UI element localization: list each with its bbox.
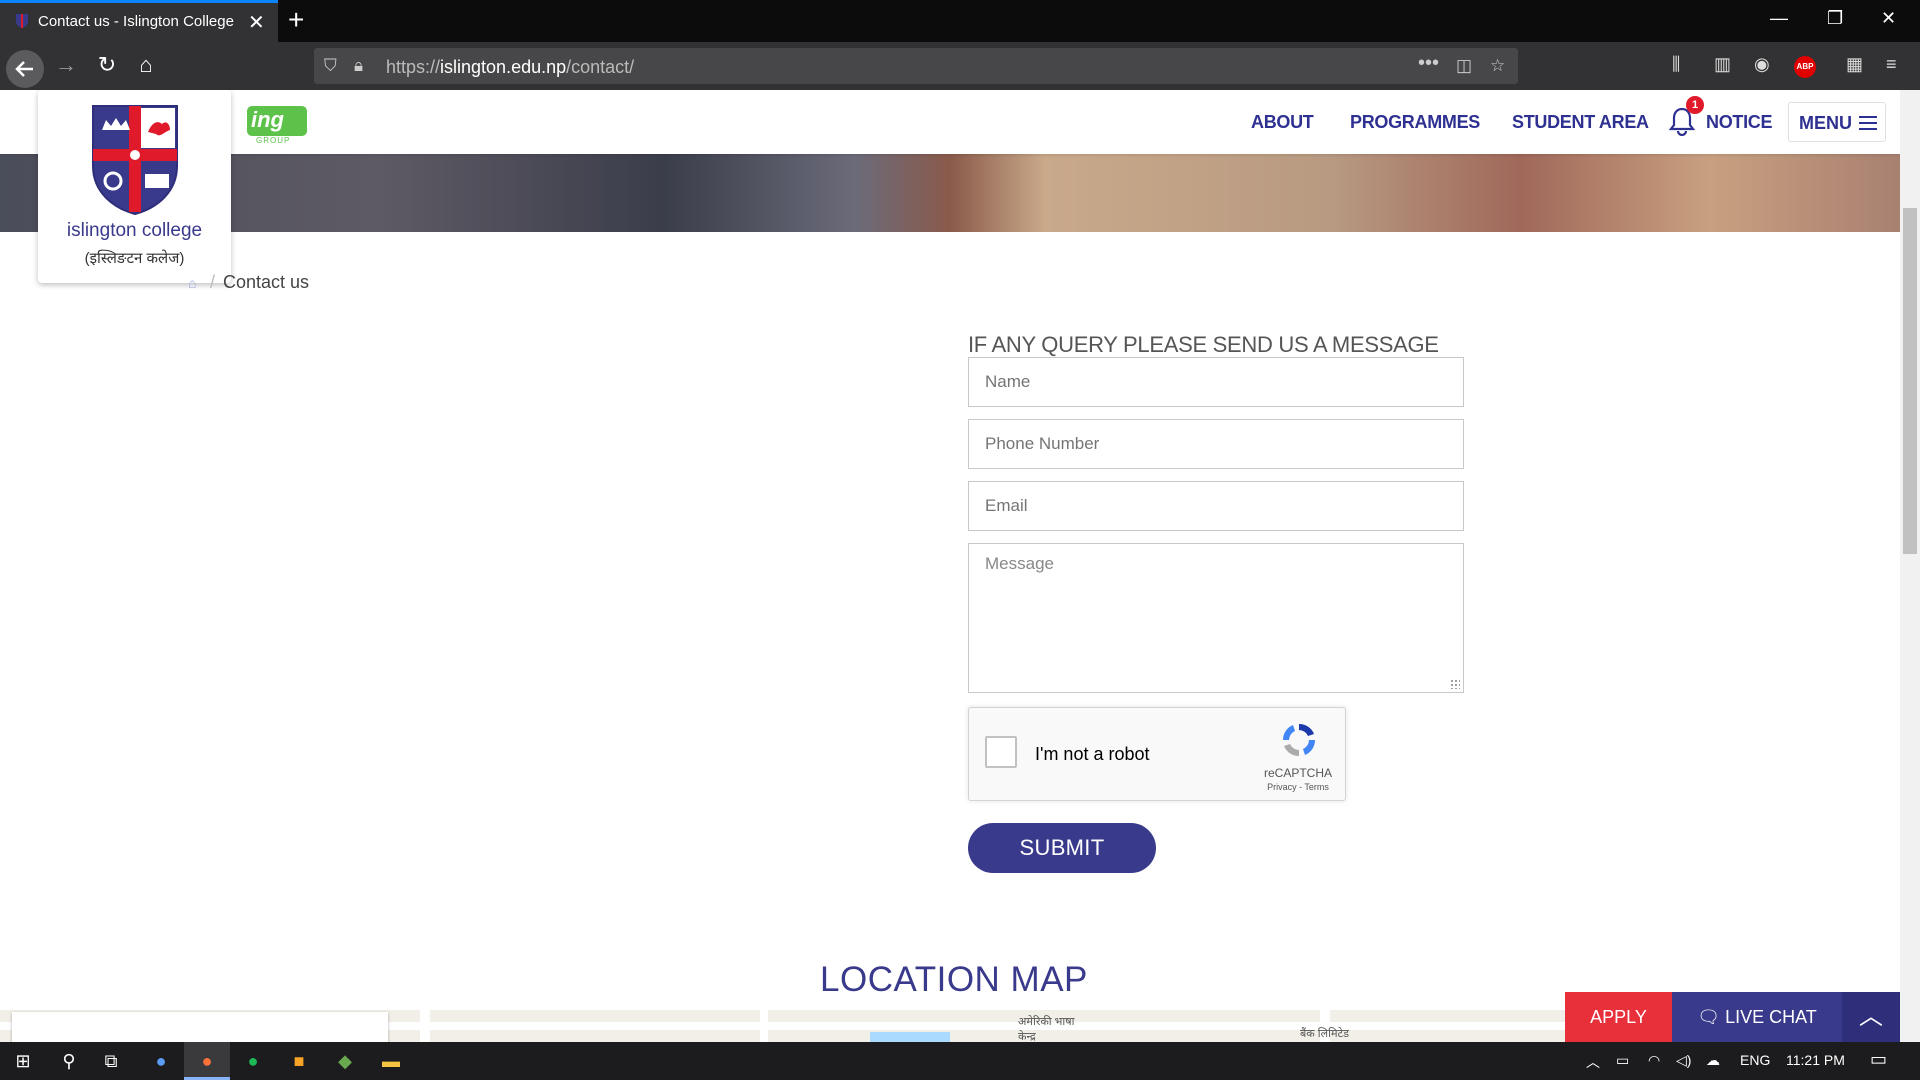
sidebar-icon[interactable]: ▥ (1714, 54, 1731, 75)
close-tab-icon[interactable]: ✕ (248, 10, 265, 35)
tab-title: Contact us - Islington College (38, 13, 234, 30)
message-placeholder: Message (985, 554, 1054, 573)
recaptcha-widget: I'm not a robot reCAPTCHA Privacy - Term… (968, 707, 1346, 801)
lock-icon[interactable]: 🔒︎ (354, 56, 363, 76)
breadcrumb: ⌂ / Contact us (188, 272, 309, 293)
back-arrow-icon (15, 61, 33, 77)
cloud-icon[interactable]: ☁ (1706, 1052, 1720, 1069)
college-crest-icon (92, 105, 178, 216)
account-icon[interactable]: ◉ (1754, 54, 1770, 75)
browser-tab[interactable]: Contact us - Islington College ✕ (0, 0, 278, 42)
back-button[interactable] (6, 50, 44, 88)
scroll-to-top-button[interactable]: ︿ (1842, 992, 1900, 1042)
site-header: ing GROUP ABOUT PROGRAMMES STUDENT AREA … (0, 90, 1900, 154)
menu-button[interactable]: MENU (1788, 102, 1886, 142)
submit-button[interactable]: SUBMIT (968, 823, 1156, 873)
forward-button[interactable]: → (50, 52, 82, 78)
restore-icon[interactable]: ❐ (1827, 8, 1843, 29)
nav-programmes[interactable]: PROGRAMMES (1350, 112, 1480, 133)
home-button-icon[interactable]: ⌂ (130, 52, 162, 78)
bookmark-star-icon[interactable]: ☆ (1490, 56, 1505, 76)
location-map-title: LOCATION MAP (820, 960, 1088, 999)
web-page: ing GROUP ABOUT PROGRAMMES STUDENT AREA … (0, 90, 1900, 1042)
ing-group-logo[interactable]: ing (247, 106, 307, 136)
pocket-icon[interactable]: ◫ (1456, 56, 1472, 76)
more-actions-icon[interactable]: ••• (1418, 52, 1439, 75)
menu-label: MENU (1799, 113, 1852, 133)
menu-hamburger-icon (1859, 116, 1877, 130)
nav-about[interactable]: ABOUT (1251, 112, 1314, 133)
contact-form-title: IF ANY QUERY PLEASE SEND US A MESSAGE (968, 332, 1439, 357)
message-field[interactable]: Message (968, 543, 1464, 693)
map-info-card[interactable] (12, 1012, 388, 1042)
windows-taskbar: ⊞ ⚲ ⧉ ● ● ● ■ ◆ ▬ ︿ ▭ ◠ ◁) ☁ ENG 11:21 P… (0, 1042, 1920, 1080)
college-name-nepali: (इस्लिङटन कलेज) (84, 250, 185, 267)
resize-grip-icon[interactable] (1450, 679, 1460, 689)
live-chat-button[interactable]: 🗨︎ LIVE CHAT (1672, 992, 1842, 1042)
clock[interactable]: 11:21 PM (1786, 1052, 1845, 1068)
url-text[interactable]: https://islington.edu.np/contact/ (386, 57, 634, 78)
language-indicator[interactable]: ENG (1740, 1052, 1770, 1068)
hero-banner-image (0, 152, 1900, 232)
spotify-icon[interactable]: ● (230, 1042, 276, 1080)
browser-toolbar: → ↻ ⌂ ⛉ 🔒︎ https://islington.edu.np/cont… (0, 42, 1920, 90)
map-place-label: अमेरिकी भाषा केन्द्र (1018, 1016, 1075, 1042)
minecraft-icon[interactable]: ◆ (322, 1042, 368, 1080)
college-logo[interactable]: islington college (इस्लिङटन कलेज) (38, 90, 231, 283)
breadcrumb-current: Contact us (223, 272, 310, 292)
recaptcha-brand: reCAPTCHA (1263, 766, 1332, 780)
sublime-text-icon[interactable]: ■ (276, 1042, 322, 1080)
college-favicon-icon (16, 14, 28, 28)
recaptcha-label: I'm not a robot (1035, 744, 1150, 764)
map-place-label: बैंक लिमिटेड (1300, 1028, 1349, 1040)
adblock-icon[interactable]: ABP (1794, 56, 1816, 78)
apply-button[interactable]: APPLY (1565, 992, 1672, 1042)
library-icon[interactable]: ⫼ (1672, 54, 1680, 75)
recaptcha-terms-link[interactable]: Privacy - Terms (1251, 782, 1345, 792)
wifi-icon[interactable]: ◠ (1648, 1052, 1660, 1069)
name-field[interactable] (968, 357, 1464, 407)
map-road (420, 1010, 430, 1042)
live-chat-label: LIVE CHAT (1725, 1007, 1817, 1027)
close-window-icon[interactable]: ✕ (1881, 8, 1896, 29)
map-road (760, 1010, 768, 1042)
extensions-icon[interactable]: ▦ (1846, 54, 1863, 75)
page-scrollbar[interactable] (1900, 90, 1920, 1042)
recaptcha-logo-icon (1282, 723, 1316, 757)
search-icon[interactable]: ⚲ (46, 1042, 92, 1080)
firefox-dev-icon[interactable]: ● (138, 1042, 184, 1080)
notice-count-badge: 1 (1686, 96, 1704, 114)
tray-overflow-icon[interactable]: ︿ (1586, 1052, 1600, 1072)
chat-bubble-icon: 🗨︎ (1697, 1007, 1726, 1027)
minimize-icon[interactable]: — (1770, 8, 1788, 29)
address-bar[interactable]: ⛉ 🔒︎ https://islington.edu.np/contact/ •… (314, 48, 1518, 84)
browser-tab-bar: Contact us - Islington College ✕ + — ❐ ✕ (0, 0, 1920, 42)
scrollbar-thumb[interactable] (1903, 208, 1917, 554)
hamburger-menu-icon[interactable]: ≡ (1886, 54, 1897, 75)
new-tab-button[interactable]: + (288, 4, 304, 36)
nav-student-area[interactable]: STUDENT AREA (1512, 112, 1649, 133)
notifications-icon[interactable]: ▭ (1870, 1049, 1887, 1070)
reload-icon[interactable]: ↻ (91, 52, 123, 78)
map-water (870, 1032, 950, 1042)
phone-field[interactable] (968, 419, 1464, 469)
nav-notice[interactable]: NOTICE (1706, 112, 1773, 133)
firefox-icon[interactable]: ● (184, 1042, 230, 1080)
home-icon[interactable]: ⌂ (188, 275, 202, 291)
ing-group-label: GROUP (256, 136, 291, 145)
shield-icon[interactable]: ⛉ (324, 56, 337, 76)
college-name: islington college (66, 220, 203, 241)
volume-icon[interactable]: ◁) (1676, 1052, 1691, 1069)
file-explorer-icon[interactable]: ▬ (368, 1042, 414, 1080)
task-view-icon[interactable]: ⧉ (88, 1042, 134, 1080)
battery-icon[interactable]: ▭ (1616, 1052, 1629, 1069)
recaptcha-checkbox[interactable] (985, 736, 1017, 768)
breadcrumb-separator: / (210, 272, 216, 292)
email-field[interactable] (968, 481, 1464, 531)
windows-start-icon[interactable]: ⊞ (0, 1042, 46, 1080)
